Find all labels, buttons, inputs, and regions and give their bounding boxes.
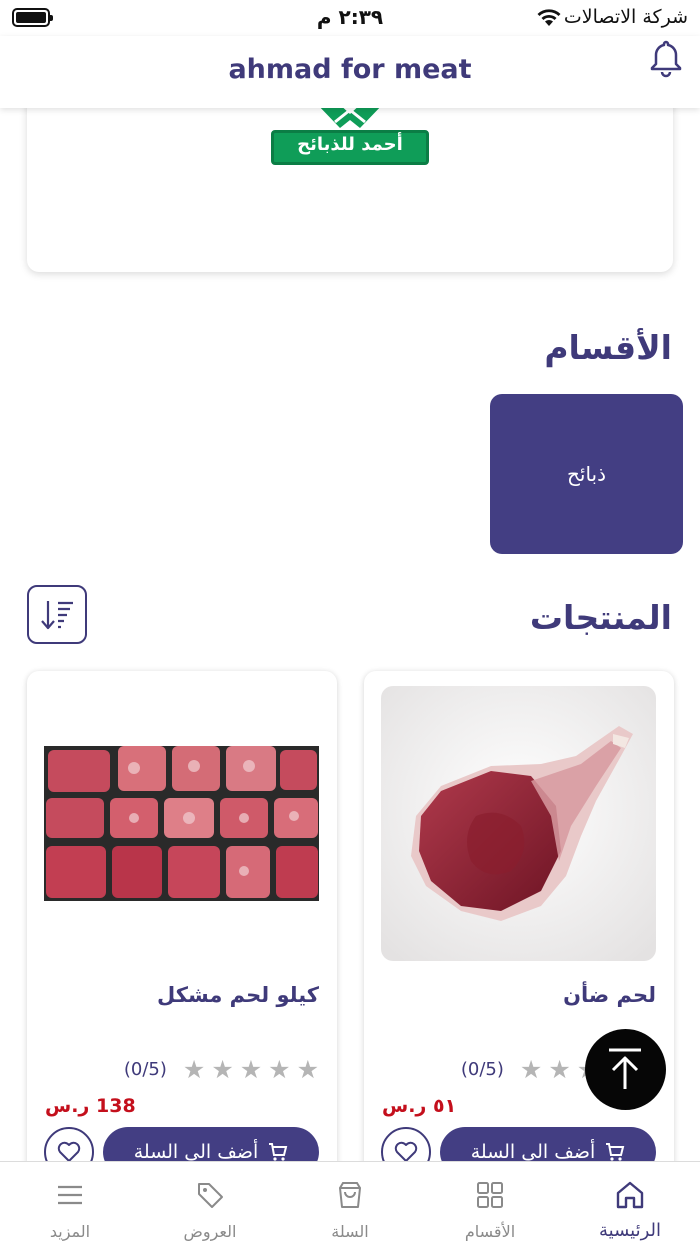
star-icon: ★ (548, 1054, 571, 1084)
carrier-name: شركة الاتصالات (563, 6, 688, 28)
arrow-up-icon (609, 1048, 641, 1089)
categories-title: الأقسام (544, 328, 672, 367)
products-title: المنتجات (529, 598, 672, 637)
rating-count: (0/5) (123, 1058, 167, 1080)
logo-text: أحمد للذبائح (297, 134, 403, 155)
cart-icon (606, 1143, 625, 1161)
heart-icon (394, 1141, 418, 1162)
category-tile-slaughter[interactable]: ذبائح (490, 394, 683, 554)
home-icon (616, 1181, 644, 1209)
bag-icon (339, 1182, 361, 1208)
bottom-nav: الرئيسية الأقسام السلة العروض المزيد (0, 1161, 700, 1244)
logo-plate: أحمد للذبائح (271, 130, 429, 165)
lamb-leg-image (381, 686, 656, 961)
sort-button[interactable] (27, 585, 87, 644)
nav-label: الأقسام (464, 1222, 516, 1241)
product-image-mixed-meat[interactable] (44, 686, 319, 961)
add-to-cart-label: أضف الى السلة (470, 1141, 596, 1163)
star-icon: ★ (296, 1054, 319, 1084)
mixed-meat-image (44, 686, 319, 961)
wifi-icon (537, 9, 561, 26)
app-header: ahmad for meat (0, 36, 700, 108)
sort-descending-icon (41, 601, 73, 630)
app-title: ahmad for meat (228, 54, 472, 85)
rating: (0/5) ★ ★ ★ ★ ★ (45, 1055, 319, 1083)
rating-count: (0/5) (460, 1058, 504, 1080)
nav-item-more[interactable]: المزيد (0, 1162, 140, 1244)
tag-icon (198, 1183, 223, 1208)
product-image-lamb-leg[interactable] (381, 686, 656, 961)
nav-item-categories[interactable]: الأقسام (420, 1162, 560, 1244)
product-name[interactable]: كيلو لحم مشكل (157, 983, 319, 1007)
star-icon: ★ (239, 1054, 263, 1084)
star-icon: ★ (182, 1054, 206, 1084)
cart-icon (269, 1143, 288, 1161)
nav-label: السلة (331, 1222, 369, 1241)
notification-bell-icon[interactable] (648, 38, 684, 78)
product-card[interactable]: لحم ضأن (0/5) ★ ★ ★ ★ ★ ٥١ ر.س أضف الى ا… (364, 671, 674, 1191)
battery-icon (12, 8, 53, 27)
status-bar: ٢:٣٩ م شركة الاتصالات (0, 0, 700, 36)
heart-icon (57, 1141, 81, 1162)
scroll-to-top-button[interactable] (585, 1029, 666, 1110)
product-price: 138 ر.س (45, 1095, 136, 1117)
grid-icon (477, 1182, 503, 1208)
nav-label: المزيد (49, 1222, 91, 1241)
nav-item-offers[interactable]: العروض (140, 1162, 280, 1244)
category-label: ذبائح (566, 462, 607, 486)
product-card[interactable]: كيلو لحم مشكل (0/5) ★ ★ ★ ★ ★ 138 ر.س أض… (27, 671, 337, 1191)
add-to-cart-label: أضف الى السلة (133, 1141, 259, 1163)
star-icon: ★ (268, 1054, 291, 1084)
star-icon: ★ (519, 1054, 543, 1084)
product-name[interactable]: لحم ضأن (563, 983, 656, 1007)
star-icon: ★ (211, 1054, 234, 1084)
nav-item-cart[interactable]: السلة (280, 1162, 420, 1244)
nav-label: العروض (183, 1222, 237, 1241)
nav-label: الرئيسية (599, 1220, 661, 1241)
menu-icon (58, 1185, 82, 1205)
nav-item-home[interactable]: الرئيسية (560, 1162, 700, 1244)
banner-card[interactable]: أحمد للذبائح (27, 90, 673, 272)
product-price: ٥١ ر.س (382, 1095, 457, 1117)
status-time: ٢:٣٩ م (316, 5, 384, 29)
